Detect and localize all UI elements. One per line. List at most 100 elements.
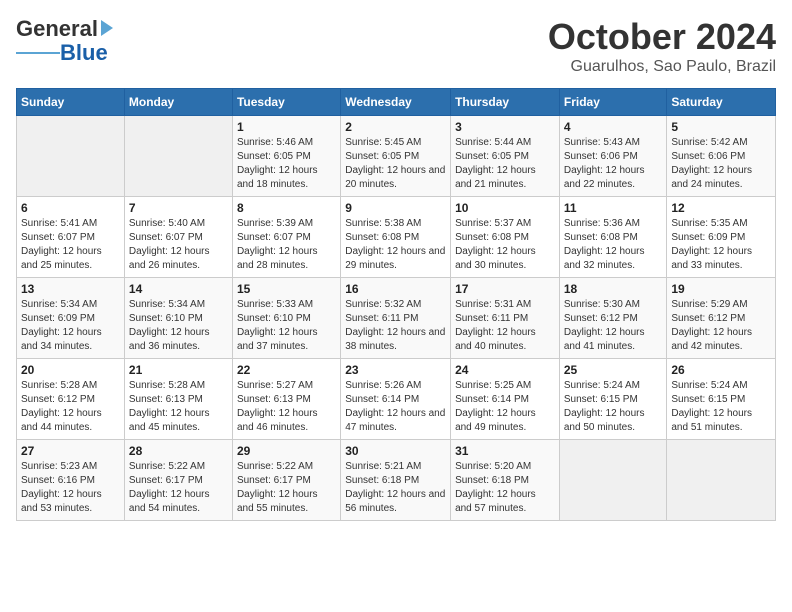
- day-info: Sunrise: 5:46 AM Sunset: 6:05 PM Dayligh…: [237, 136, 336, 192]
- weekday-header-saturday: Saturday: [667, 89, 776, 116]
- day-number: 22: [237, 363, 336, 377]
- logo-blue-text: Blue: [60, 40, 108, 66]
- day-info: Sunrise: 5:43 AM Sunset: 6:06 PM Dayligh…: [564, 136, 663, 192]
- day-info: Sunrise: 5:42 AM Sunset: 6:06 PM Dayligh…: [671, 136, 771, 192]
- title-block: October 2024 Guarulhos, Sao Paulo, Brazi…: [548, 16, 776, 76]
- calendar-cell: 5 Sunrise: 5:42 AM Sunset: 6:06 PM Daylig…: [667, 116, 776, 197]
- calendar-cell: 17Sunrise: 5:31 AM Sunset: 6:11 PM Dayli…: [451, 278, 560, 359]
- day-number: 10: [455, 201, 555, 215]
- day-number: 27: [21, 444, 120, 458]
- calendar-week-row: 6 Sunrise: 5:41 AM Sunset: 6:07 PM Daylig…: [17, 197, 776, 278]
- calendar-cell: 4 Sunrise: 5:43 AM Sunset: 6:06 PM Daylig…: [559, 116, 667, 197]
- day-info: Sunrise: 5:21 AM Sunset: 6:18 PM Dayligh…: [345, 460, 446, 516]
- day-info: Sunrise: 5:40 AM Sunset: 6:07 PM Dayligh…: [129, 217, 228, 273]
- day-info: Sunrise: 5:44 AM Sunset: 6:05 PM Dayligh…: [455, 136, 555, 192]
- day-number: 25: [564, 363, 663, 377]
- calendar-cell: 13Sunrise: 5:34 AM Sunset: 6:09 PM Dayli…: [17, 278, 125, 359]
- month-title: October 2024: [548, 16, 776, 58]
- day-info: Sunrise: 5:31 AM Sunset: 6:11 PM Dayligh…: [455, 298, 555, 354]
- day-number: 16: [345, 282, 446, 296]
- day-number: 19: [671, 282, 771, 296]
- day-info: Sunrise: 5:34 AM Sunset: 6:09 PM Dayligh…: [21, 298, 120, 354]
- weekday-header-monday: Monday: [124, 89, 232, 116]
- day-number: 31: [455, 444, 555, 458]
- weekday-header-wednesday: Wednesday: [341, 89, 451, 116]
- page-header: General Blue October 2024 Guarulhos, Sao…: [16, 16, 776, 76]
- day-info: Sunrise: 5:35 AM Sunset: 6:09 PM Dayligh…: [671, 217, 771, 273]
- location-subtitle: Guarulhos, Sao Paulo, Brazil: [548, 58, 776, 76]
- calendar-week-row: 20Sunrise: 5:28 AM Sunset: 6:12 PM Dayli…: [17, 359, 776, 440]
- day-number: 18: [564, 282, 663, 296]
- day-number: 5: [671, 120, 771, 134]
- day-number: 1: [237, 120, 336, 134]
- calendar-cell: 11 Sunrise: 5:36 AM Sunset: 6:08 PM Dayli…: [559, 197, 667, 278]
- calendar-cell: 18 Sunrise: 5:30 AM Sunset: 6:12 PM Dayli…: [559, 278, 667, 359]
- day-number: 29: [237, 444, 336, 458]
- day-number: 23: [345, 363, 446, 377]
- calendar-cell: 29Sunrise: 5:22 AM Sunset: 6:17 PM Dayli…: [232, 440, 340, 521]
- day-info: Sunrise: 5:30 AM Sunset: 6:12 PM Dayligh…: [564, 298, 663, 354]
- day-number: 24: [455, 363, 555, 377]
- calendar-cell: 21 Sunrise: 5:28 AM Sunset: 6:13 PM Dayli…: [124, 359, 232, 440]
- day-number: 28: [129, 444, 228, 458]
- calendar-week-row: 13Sunrise: 5:34 AM Sunset: 6:09 PM Dayli…: [17, 278, 776, 359]
- calendar-table: SundayMondayTuesdayWednesdayThursdayFrid…: [16, 88, 776, 521]
- day-info: Sunrise: 5:28 AM Sunset: 6:13 PM Dayligh…: [129, 379, 228, 435]
- calendar-cell: [559, 440, 667, 521]
- day-info: Sunrise: 5:45 AM Sunset: 6:05 PM Dayligh…: [345, 136, 446, 192]
- day-info: Sunrise: 5:34 AM Sunset: 6:10 PM Dayligh…: [129, 298, 228, 354]
- calendar-cell: 27 Sunrise: 5:23 AM Sunset: 6:16 PM Dayli…: [17, 440, 125, 521]
- day-number: 11: [564, 201, 663, 215]
- day-number: 20: [21, 363, 120, 377]
- calendar-cell: 28Sunrise: 5:22 AM Sunset: 6:17 PM Dayli…: [124, 440, 232, 521]
- calendar-cell: 22 Sunrise: 5:27 AM Sunset: 6:13 PM Dayli…: [232, 359, 340, 440]
- calendar-cell: 9Sunrise: 5:38 AM Sunset: 6:08 PM Daylig…: [341, 197, 451, 278]
- calendar-cell: 8 Sunrise: 5:39 AM Sunset: 6:07 PM Daylig…: [232, 197, 340, 278]
- calendar-cell: 16 Sunrise: 5:32 AM Sunset: 6:11 PM Dayli…: [341, 278, 451, 359]
- day-info: Sunrise: 5:29 AM Sunset: 6:12 PM Dayligh…: [671, 298, 771, 354]
- day-info: Sunrise: 5:38 AM Sunset: 6:08 PM Dayligh…: [345, 217, 446, 273]
- day-info: Sunrise: 5:27 AM Sunset: 6:13 PM Dayligh…: [237, 379, 336, 435]
- day-info: Sunrise: 5:26 AM Sunset: 6:14 PM Dayligh…: [345, 379, 446, 435]
- calendar-week-row: 1 Sunrise: 5:46 AM Sunset: 6:05 PM Daylig…: [17, 116, 776, 197]
- calendar-cell: 24 Sunrise: 5:25 AM Sunset: 6:14 PM Dayli…: [451, 359, 560, 440]
- day-info: Sunrise: 5:24 AM Sunset: 6:15 PM Dayligh…: [564, 379, 663, 435]
- logo: General Blue: [16, 16, 113, 66]
- day-info: Sunrise: 5:41 AM Sunset: 6:07 PM Dayligh…: [21, 217, 120, 273]
- day-info: Sunrise: 5:32 AM Sunset: 6:11 PM Dayligh…: [345, 298, 446, 354]
- day-info: Sunrise: 5:33 AM Sunset: 6:10 PM Dayligh…: [237, 298, 336, 354]
- logo-arrow-icon: [101, 20, 113, 36]
- day-number: 6: [21, 201, 120, 215]
- weekday-header-friday: Friday: [559, 89, 667, 116]
- calendar-cell: [667, 440, 776, 521]
- day-number: 4: [564, 120, 663, 134]
- calendar-cell: 3 Sunrise: 5:44 AM Sunset: 6:05 PM Daylig…: [451, 116, 560, 197]
- day-info: Sunrise: 5:24 AM Sunset: 6:15 PM Dayligh…: [671, 379, 771, 435]
- day-number: 30: [345, 444, 446, 458]
- calendar-cell: 1 Sunrise: 5:46 AM Sunset: 6:05 PM Daylig…: [232, 116, 340, 197]
- day-info: Sunrise: 5:23 AM Sunset: 6:16 PM Dayligh…: [21, 460, 120, 516]
- day-number: 15: [237, 282, 336, 296]
- weekday-header-sunday: Sunday: [17, 89, 125, 116]
- day-number: 8: [237, 201, 336, 215]
- calendar-header-row: SundayMondayTuesdayWednesdayThursdayFrid…: [17, 89, 776, 116]
- day-info: Sunrise: 5:25 AM Sunset: 6:14 PM Dayligh…: [455, 379, 555, 435]
- calendar-cell: 15 Sunrise: 5:33 AM Sunset: 6:10 PM Dayli…: [232, 278, 340, 359]
- day-info: Sunrise: 5:36 AM Sunset: 6:08 PM Dayligh…: [564, 217, 663, 273]
- day-number: 26: [671, 363, 771, 377]
- day-number: 3: [455, 120, 555, 134]
- calendar-cell: 6 Sunrise: 5:41 AM Sunset: 6:07 PM Daylig…: [17, 197, 125, 278]
- calendar-cell: 19 Sunrise: 5:29 AM Sunset: 6:12 PM Dayli…: [667, 278, 776, 359]
- calendar-cell: 14Sunrise: 5:34 AM Sunset: 6:10 PM Dayli…: [124, 278, 232, 359]
- calendar-cell: 25 Sunrise: 5:24 AM Sunset: 6:15 PM Dayli…: [559, 359, 667, 440]
- calendar-cell: 23 Sunrise: 5:26 AM Sunset: 6:14 PM Dayli…: [341, 359, 451, 440]
- day-number: 2: [345, 120, 446, 134]
- calendar-cell: 12Sunrise: 5:35 AM Sunset: 6:09 PM Dayli…: [667, 197, 776, 278]
- day-info: Sunrise: 5:20 AM Sunset: 6:18 PM Dayligh…: [455, 460, 555, 516]
- day-number: 21: [129, 363, 228, 377]
- calendar-cell: 10Sunrise: 5:37 AM Sunset: 6:08 PM Dayli…: [451, 197, 560, 278]
- day-info: Sunrise: 5:39 AM Sunset: 6:07 PM Dayligh…: [237, 217, 336, 273]
- calendar-cell: 7Sunrise: 5:40 AM Sunset: 6:07 PM Daylig…: [124, 197, 232, 278]
- calendar-cell: 26 Sunrise: 5:24 AM Sunset: 6:15 PM Dayli…: [667, 359, 776, 440]
- calendar-cell: 31 Sunrise: 5:20 AM Sunset: 6:18 PM Dayli…: [451, 440, 560, 521]
